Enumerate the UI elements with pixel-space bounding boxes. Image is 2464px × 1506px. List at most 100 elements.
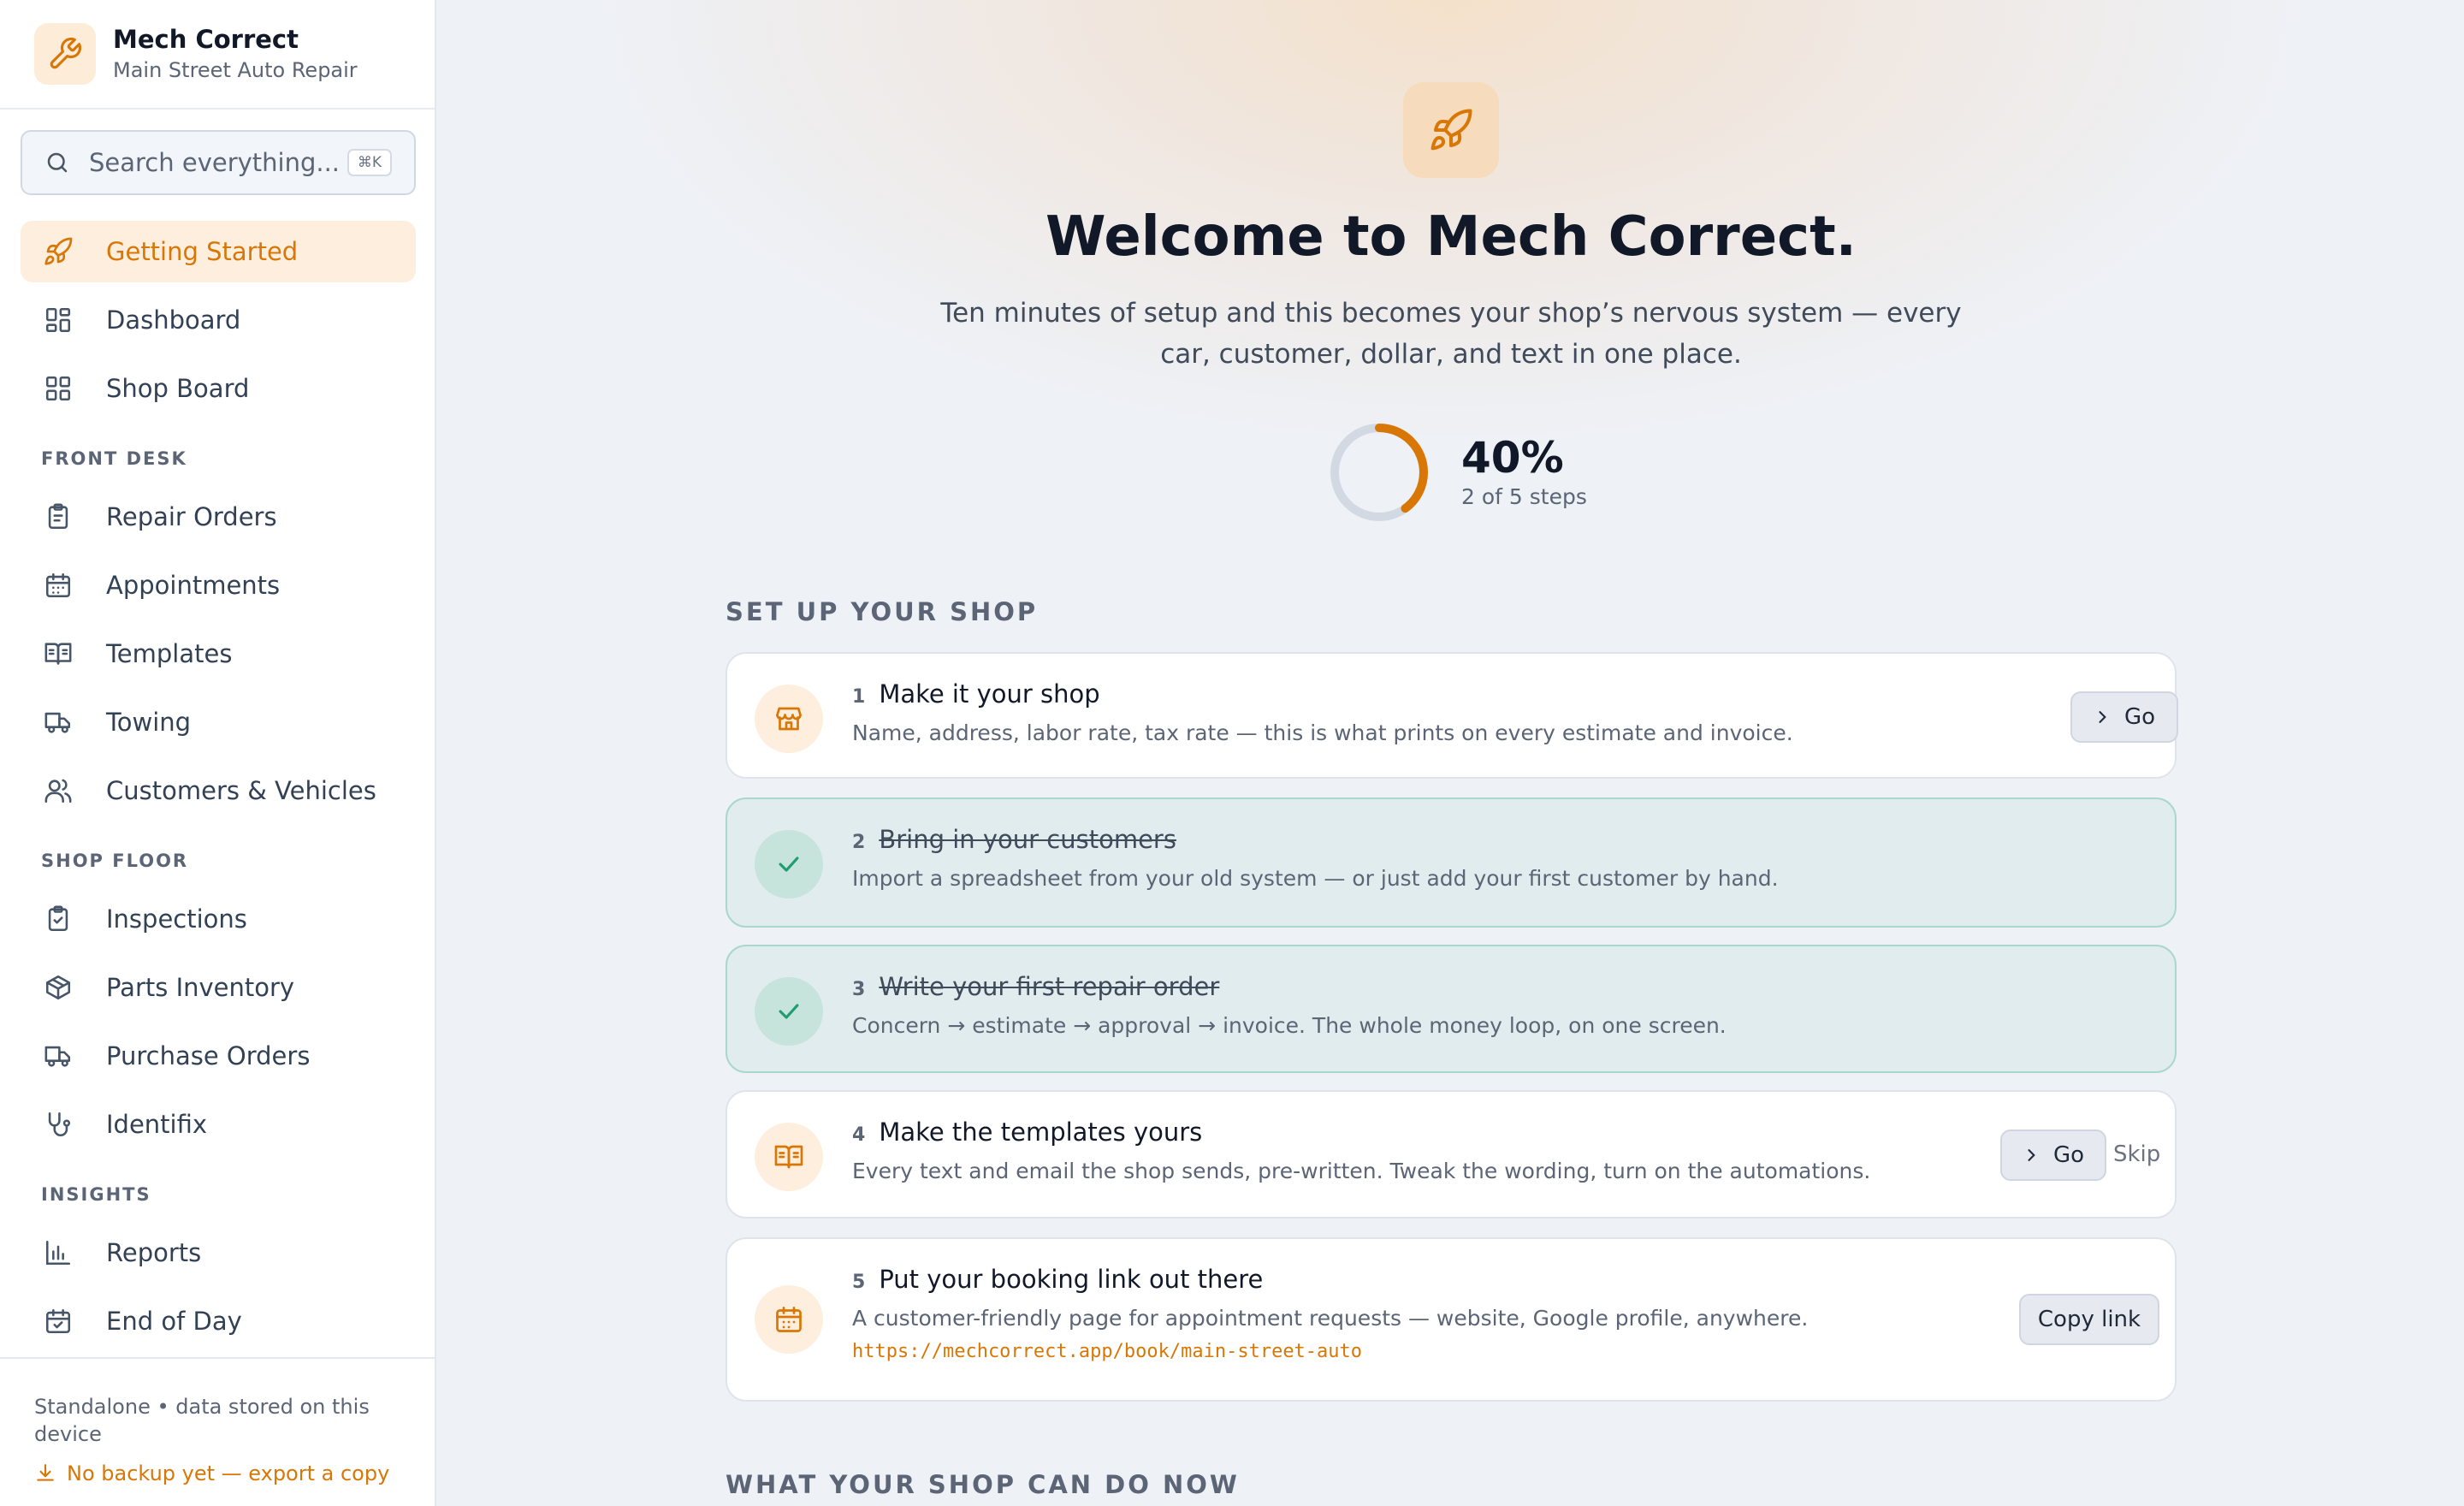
step-4-skip-button[interactable]: Skip	[2113, 1141, 2160, 1167]
sidebar-item-label: End of Day	[106, 1307, 242, 1336]
calendar-icon	[755, 1285, 823, 1354]
backup-link[interactable]: No backup yet — export a copy	[34, 1462, 402, 1485]
step-title: Write your first repair order	[879, 972, 1220, 1001]
storage-status: Standalone • data stored on this device	[34, 1395, 370, 1446]
grid-icon	[41, 371, 75, 406]
step-number: 4	[852, 1124, 866, 1146]
sidebar-item-towing[interactable]: Towing	[21, 691, 416, 753]
app-name: Mech Correct	[113, 25, 299, 54]
check-icon	[755, 977, 823, 1046]
sidebar-item-label: Shop Board	[106, 374, 250, 403]
chevron-right-icon	[2094, 709, 2111, 726]
step-description: Concern → estimate → approval → invoice.…	[852, 1013, 1727, 1038]
calendar-check-icon	[41, 1304, 75, 1338]
page-title: Welcome to Mech Correct.	[1045, 205, 1857, 269]
nav-section-insights: INSIGHTS	[41, 1184, 151, 1205]
sidebar-item-end-of-day[interactable]: End of Day	[21, 1290, 416, 1352]
truck-icon	[41, 1039, 75, 1073]
calendar-icon	[41, 568, 75, 602]
go-label: Go	[2123, 704, 2156, 730]
step-description: Every text and email the shop sends, pre…	[852, 1159, 1871, 1183]
brand-header: Mech Correct Main Street Auto Repair	[0, 0, 435, 110]
step-title: Make it your shop	[879, 679, 1100, 709]
sidebar-item-label: Towing	[106, 708, 192, 737]
sidebar-item-label: Appointments	[106, 571, 281, 600]
sidebar-item-inspections[interactable]: Inspections	[21, 888, 416, 950]
search-placeholder: Search everything...	[89, 148, 341, 177]
step-number: 2	[852, 832, 866, 853]
sidebar-item-label: Dashboard	[106, 305, 241, 335]
sidebar-item-customers-vehicles[interactable]: Customers & Vehicles	[21, 760, 416, 821]
search-icon	[44, 150, 70, 175]
sidebar-item-identifix[interactable]: Identifix	[21, 1094, 416, 1155]
step-title: Make the templates yours	[879, 1118, 1203, 1147]
sidebar-item-label: Purchase Orders	[106, 1041, 311, 1070]
backup-label: No backup yet — export a copy	[67, 1462, 390, 1485]
search-input[interactable]: Search everything... ⌘K	[21, 130, 416, 195]
go-label: Go	[2052, 1142, 2085, 1168]
book-icon	[41, 637, 75, 671]
sidebar-item-label: Parts Inventory	[106, 973, 295, 1002]
sidebar-item-label: Inspections	[106, 904, 247, 934]
step-title: Bring in your customers	[879, 825, 1176, 854]
users-icon	[41, 774, 75, 808]
step-1-go-button[interactable]: Go	[2070, 691, 2178, 743]
main-content: Welcome to Mech Correct. Ten minutes of …	[438, 0, 2464, 1506]
sidebar-item-templates[interactable]: Templates	[21, 623, 416, 685]
sidebar: Mech Correct Main Street Auto Repair Sea…	[0, 0, 436, 1506]
sidebar-item-getting-started[interactable]: Getting Started	[21, 221, 416, 282]
sidebar-item-parts-inventory[interactable]: Parts Inventory	[21, 957, 416, 1018]
wrench-icon	[34, 23, 96, 85]
store-icon	[755, 685, 823, 753]
sidebar-item-repair-orders[interactable]: Repair Orders	[21, 486, 416, 548]
download-icon	[34, 1462, 56, 1485]
nav-section-front-desk: FRONT DESK	[41, 448, 187, 469]
page-subtitle: Ten minutes of setup and this becomes yo…	[940, 298, 1962, 370]
sidebar-item-purchase-orders[interactable]: Purchase Orders	[21, 1025, 416, 1087]
rocket-icon	[1403, 82, 1499, 178]
step-number: 5	[852, 1272, 866, 1293]
step-description: Name, address, labor rate, tax rate — th…	[852, 720, 1793, 745]
sidebar-item-reports[interactable]: Reports	[21, 1222, 416, 1284]
step-number: 1	[852, 686, 866, 708]
sidebar-item-dashboard[interactable]: Dashboard	[21, 289, 416, 351]
grid-icon	[41, 303, 75, 337]
nav-section-shop-floor: SHOP FLOOR	[41, 851, 189, 871]
shop-name: Main Street Auto Repair	[113, 58, 358, 82]
sidebar-footer: Standalone • data stored on this device …	[0, 1357, 436, 1506]
clipboard-check-icon	[41, 902, 75, 936]
truck-icon	[41, 705, 75, 739]
book-icon	[755, 1123, 823, 1191]
sidebar-item-shop-board[interactable]: Shop Board	[21, 358, 416, 419]
step-4-go-button[interactable]: Go	[2000, 1130, 2106, 1181]
step-number: 3	[852, 979, 866, 1000]
sidebar-item-label: Templates	[106, 639, 233, 668]
rocket-icon	[41, 234, 75, 269]
setup-progress: 40% 2 of 5 steps	[1328, 421, 1587, 524]
capabilities-section-title: WHAT YOUR SHOP CAN DO NOW	[726, 1470, 1240, 1499]
setup-section-title: SET UP YOUR SHOP	[726, 597, 1039, 626]
progress-percent: 40%	[1461, 433, 1564, 483]
setup-step-1: 1 Make it your shop Name, address, labor…	[726, 652, 2178, 779]
sidebar-item-label: Customers & Vehicles	[106, 776, 376, 805]
sidebar-item-label: Getting Started	[106, 237, 299, 266]
bar-chart-icon	[41, 1236, 75, 1270]
step-description: Import a spreadsheet from your old syste…	[852, 866, 1779, 891]
sidebar-item-label: Identifix	[106, 1110, 208, 1139]
package-icon	[41, 970, 75, 1005]
step-description: A customer-friendly page for appointment…	[852, 1306, 1809, 1331]
setup-step-5: 5 Put your booking link out there A cust…	[726, 1237, 2177, 1402]
chevron-right-icon	[2023, 1147, 2040, 1164]
booking-link[interactable]: https://mechcorrect.app/book/main-street…	[852, 1341, 1808, 1362]
sidebar-item-appointments[interactable]: Appointments	[21, 554, 416, 616]
progress-ring	[1330, 424, 1428, 521]
setup-step-2: 2 Bring in your customers Import a sprea…	[726, 797, 2177, 928]
setup-step-4: 4 Make the templates yours Every text an…	[726, 1090, 2177, 1218]
check-icon	[755, 830, 823, 898]
copy-link-button[interactable]: Copy link	[2019, 1294, 2159, 1345]
step-title: Put your booking link out there	[879, 1265, 1264, 1294]
stethoscope-icon	[41, 1107, 75, 1141]
progress-steps: 2 of 5 steps	[1461, 484, 1587, 509]
clipboard-icon	[41, 500, 75, 534]
setup-step-3: 3 Write your first repair order Concern …	[726, 945, 2177, 1073]
